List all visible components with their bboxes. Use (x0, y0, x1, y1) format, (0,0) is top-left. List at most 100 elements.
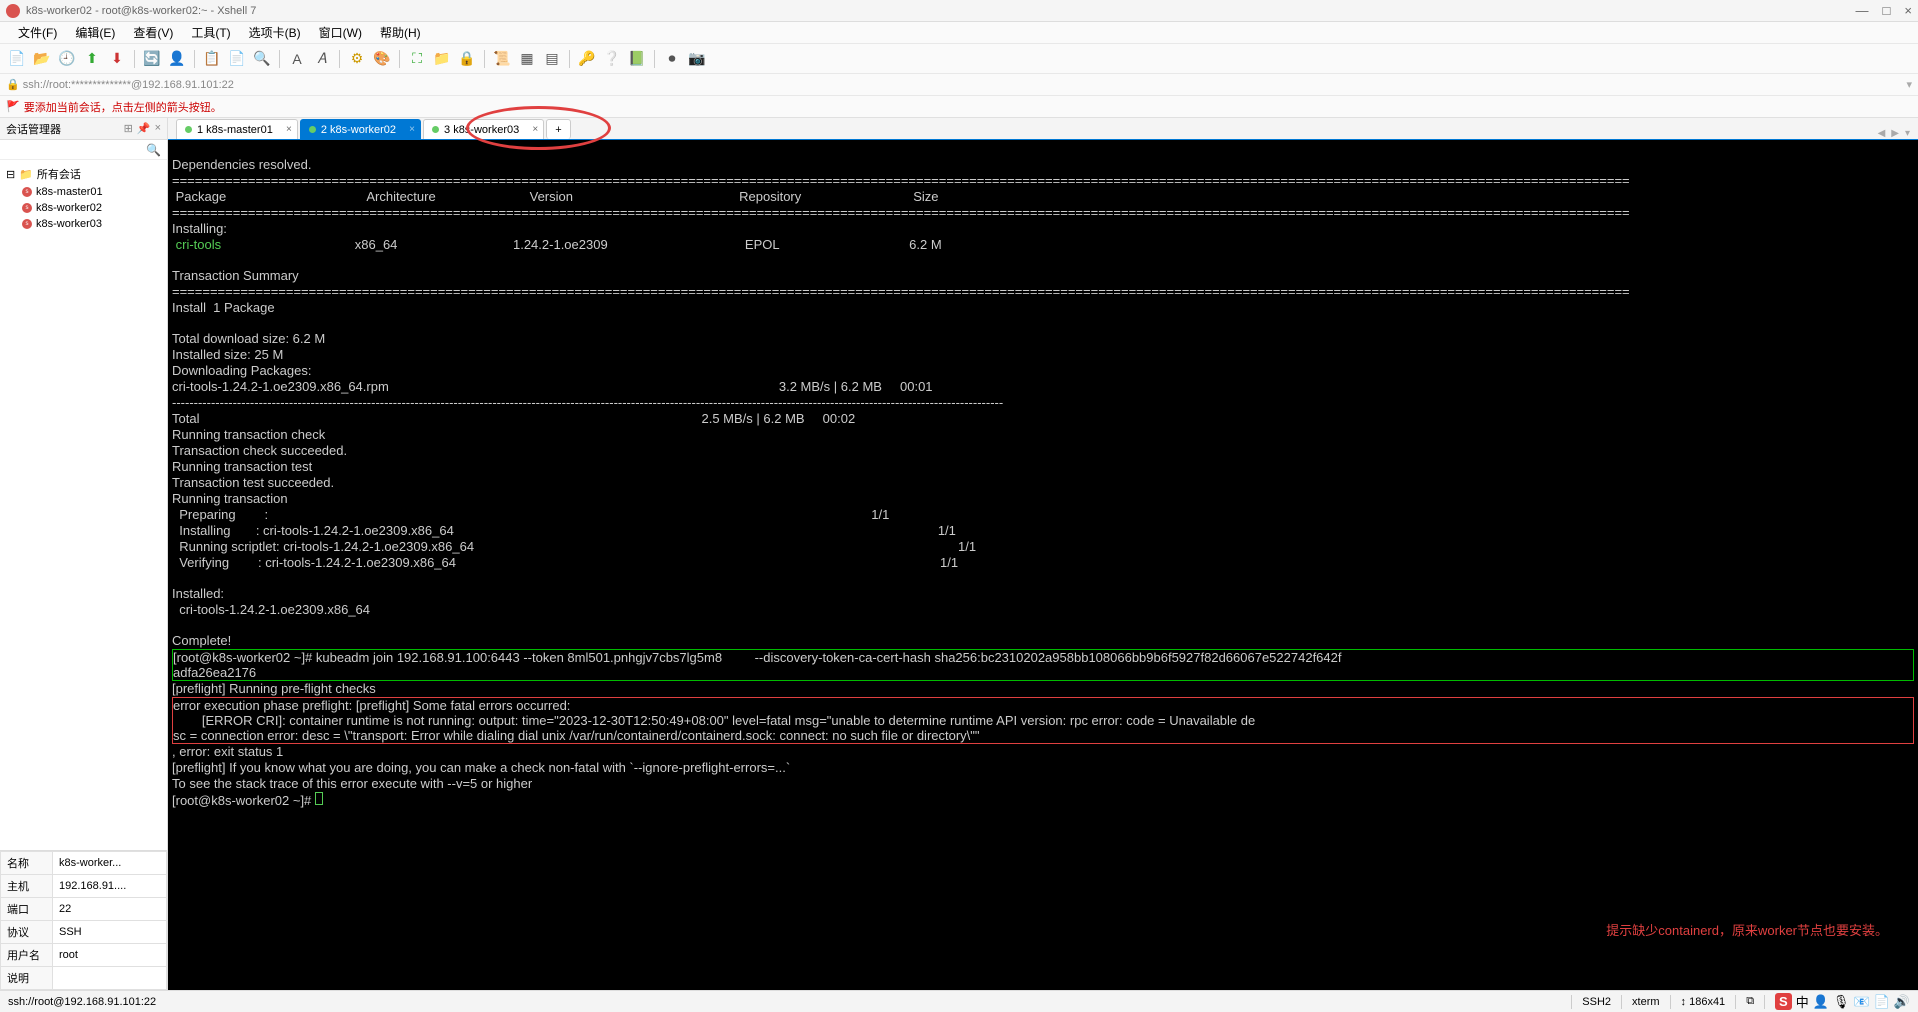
ime-lang[interactable]: 中 (1796, 992, 1809, 1011)
session-icon: s (22, 219, 32, 229)
session-icon: s (22, 187, 32, 197)
status-dot-icon (309, 126, 316, 133)
tray-doc-icon[interactable]: 📄 (1874, 994, 1890, 1010)
tab-worker02[interactable]: 2 k8s-worker02× (300, 119, 421, 139)
minus-icon: ⊟ (6, 168, 15, 181)
sidebar-search[interactable]: 🔍 (0, 140, 167, 160)
menu-bar: 文件(F) 编辑(E) 查看(V) 工具(T) 选项卡(B) 窗口(W) 帮助(… (0, 22, 1918, 44)
tree-item[interactable]: sk8s-worker02 (2, 200, 165, 216)
terminal[interactable]: Dependencies resolved. =================… (168, 140, 1918, 990)
tab-close-icon[interactable]: × (409, 124, 415, 135)
tab-menu-icon[interactable]: ▾ (1905, 128, 1910, 139)
menu-view[interactable]: 查看(V) (125, 22, 181, 43)
tab-worker03[interactable]: 3 k8s-worker03× (423, 119, 544, 139)
profile-icon[interactable]: 👤 (166, 48, 188, 70)
new-icon[interactable]: 📄 (6, 48, 28, 70)
tray-user-icon[interactable]: 👤 (1813, 994, 1829, 1010)
search-icon[interactable]: 🔍 (251, 48, 273, 70)
help-icon[interactable]: ❔ (601, 48, 623, 70)
status-ssh: SSH2 (1582, 996, 1611, 1008)
address-text: 🔒 ssh://root:**************@192.168.91.1… (6, 78, 234, 91)
status-bar: ssh://root@192.168.91.101:22 SSH2 xterm … (0, 990, 1918, 1012)
ime-icon[interactable]: S (1775, 993, 1792, 1010)
menu-window[interactable]: 窗口(W) (311, 22, 370, 43)
tab-close-icon[interactable]: × (286, 124, 292, 135)
tree-root[interactable]: ⊟ 📁 所有会话 (2, 164, 165, 184)
session-tree: ⊟ 📁 所有会话 sk8s-master01 sk8s-worker02 sk8… (0, 160, 167, 850)
connect-icon[interactable]: ⬆ (81, 48, 103, 70)
highlight-red: error execution phase preflight: [prefli… (172, 697, 1914, 744)
tree-item[interactable]: sk8s-worker03 (2, 216, 165, 232)
flag-icon: 🚩 (6, 100, 20, 113)
app-icon (6, 4, 20, 18)
window-title: k8s-worker02 - root@k8s-worker02:~ - Xsh… (26, 5, 1856, 17)
annotation-text: 提示缺少containerd，原来worker节点也要安装。 (1606, 923, 1888, 938)
sidebar: 会话管理器 ⊞ 📌 × 🔍 ⊟ 📁 所有会话 sk8s-master01 sk8s-… (0, 118, 168, 990)
tray-vol-icon[interactable]: 🔊 (1894, 994, 1910, 1010)
property-table: 名称k8s-worker... 主机192.168.91.... 端口22 协议… (0, 850, 167, 990)
screenshot-icon[interactable]: 📷 (686, 48, 708, 70)
menu-file[interactable]: 文件(F) (10, 22, 65, 43)
paste-icon[interactable]: 📄 (226, 48, 248, 70)
prop-icon[interactable]: ⚙ (346, 48, 368, 70)
pin-icon[interactable]: 📌 (137, 122, 151, 135)
lock-icon[interactable]: 🔒 (456, 48, 478, 70)
status-term: xterm (1632, 996, 1660, 1008)
sidebar-close-icon[interactable]: × (155, 122, 161, 135)
status-conn: ssh://root@192.168.91.101:22 (8, 996, 156, 1008)
font2-icon[interactable]: 𝐴 (311, 48, 333, 70)
root-label: 所有会话 (37, 166, 81, 182)
script-icon[interactable]: 📜 (491, 48, 513, 70)
key-icon[interactable]: 🔑 (576, 48, 598, 70)
tab-master01[interactable]: 1 k8s-master01× (176, 119, 298, 139)
prop-row: 名称k8s-worker... (1, 852, 167, 875)
tab-prev-icon[interactable]: ◀ (1878, 128, 1886, 139)
record-icon[interactable]: ⏺ (661, 48, 683, 70)
address-bar[interactable]: 🔒 ssh://root:**************@192.168.91.1… (0, 74, 1918, 96)
status-sess: ⧉ (1746, 995, 1754, 1008)
tab-close-icon[interactable]: × (532, 124, 538, 135)
maximize-button[interactable]: □ (1883, 3, 1891, 18)
hint-text: 要添加当前会话，点击左侧的箭头按钮。 (24, 99, 222, 115)
cursor (315, 792, 323, 805)
toolbar: 📄 📂 🕘 ⬆ ⬇ 🔄 👤 📋 📄 🔍 A 𝐴 ⚙ 🎨 ⛶ 📁 🔒 📜 ▦ ▤ … (0, 44, 1918, 74)
sidebar-header: 会话管理器 ⊞ 📌 × (0, 118, 167, 140)
tray-mail-icon[interactable]: 📧 (1853, 994, 1869, 1010)
prop-row: 用户名root (1, 944, 167, 967)
tree-item[interactable]: sk8s-master01 (2, 184, 165, 200)
disconnect-icon[interactable]: ⬇ (106, 48, 128, 70)
title-bar: k8s-worker02 - root@k8s-worker02:~ - Xsh… (0, 0, 1918, 22)
dropdown-icon[interactable]: ▾ (1906, 78, 1912, 91)
prop-row: 端口22 (1, 898, 167, 921)
open-icon[interactable]: 📂 (31, 48, 53, 70)
status-size: ↕ 186x41 (1681, 996, 1726, 1008)
reconnect-icon[interactable]: 🔄 (141, 48, 163, 70)
tab-add[interactable]: + (546, 119, 570, 139)
xftp-icon[interactable]: 📗 (626, 48, 648, 70)
cascade-icon[interactable]: ▤ (541, 48, 563, 70)
system-tray: S 中 👤 🎙 📧 📄 🔊 (1775, 992, 1910, 1011)
recent-icon[interactable]: 🕘 (56, 48, 78, 70)
minimize-button[interactable]: — (1856, 3, 1869, 18)
session-icon: s (22, 203, 32, 213)
fullscreen-icon[interactable]: ⛶ (406, 48, 428, 70)
tray-mic-icon[interactable]: 🎙 (1833, 994, 1850, 1010)
copy-icon[interactable]: 📋 (201, 48, 223, 70)
close-button[interactable]: × (1904, 3, 1912, 18)
tab-bar: 1 k8s-master01× 2 k8s-worker02× 3 k8s-wo… (168, 118, 1918, 140)
color-icon[interactable]: 🎨 (371, 48, 393, 70)
highlight-green: [root@k8s-worker02 ~]# kubeadm join 192.… (172, 649, 1914, 681)
menu-tools[interactable]: 工具(T) (183, 22, 238, 43)
sidebar-title: 会话管理器 (6, 121, 61, 137)
tile-icon[interactable]: ▦ (516, 48, 538, 70)
tab-next-icon[interactable]: ▶ (1891, 128, 1899, 139)
menu-edit[interactable]: 编辑(E) (67, 22, 123, 43)
magnify-icon: 🔍 (146, 143, 161, 157)
menu-tabs[interactable]: 选项卡(B) (241, 22, 309, 43)
prop-row: 主机192.168.91.... (1, 875, 167, 898)
font-icon[interactable]: A (286, 48, 308, 70)
browse-icon[interactable]: ⊞ (124, 122, 133, 135)
menu-help[interactable]: 帮助(H) (372, 22, 429, 43)
status-dot-icon (185, 126, 192, 133)
transfer-icon[interactable]: 📁 (431, 48, 453, 70)
